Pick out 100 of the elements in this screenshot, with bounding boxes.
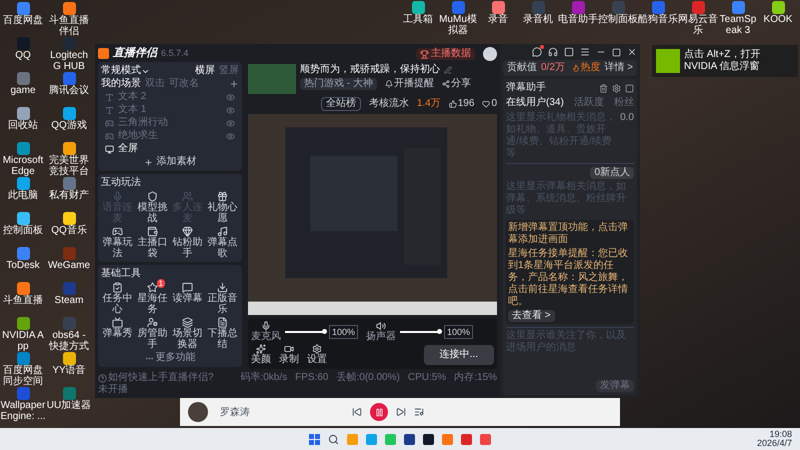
avatar[interactable]	[483, 47, 497, 61]
feature-button[interactable]: 弹幕秀	[101, 317, 134, 350]
app-icon[interactable]	[16, 142, 30, 155]
volume-slider[interactable]	[285, 328, 325, 334]
tool-button[interactable]: 设置	[307, 344, 327, 366]
settings-icon[interactable]	[612, 84, 621, 92]
source-type-icon	[105, 106, 114, 114]
user-gear-icon	[147, 317, 158, 328]
search-icon[interactable]	[328, 434, 339, 444]
app-icon[interactable]	[62, 107, 76, 120]
scene-tab[interactable]: 我的场景	[101, 78, 141, 90]
connect-button[interactable]: 连接中...	[424, 345, 494, 365]
app-icon[interactable]	[62, 212, 76, 225]
layers-icon	[182, 317, 193, 328]
mode-dropdown[interactable]: 常规模式	[101, 65, 150, 77]
taskbar-app-icon[interactable]	[423, 434, 434, 444]
feature-button[interactable]: 模型挑战	[136, 191, 169, 224]
microphone-icon	[112, 191, 123, 202]
star-icon	[147, 282, 158, 293]
tv-icon	[112, 317, 123, 328]
tool-button[interactable]: 录制	[279, 344, 299, 366]
icon-label: Wallpaper Engine: ...	[0, 400, 46, 422]
pause-icon	[374, 408, 384, 416]
app-icon[interactable]	[16, 212, 30, 225]
menu-icon[interactable]	[580, 47, 590, 57]
close-icon[interactable]	[627, 47, 637, 57]
notification-toast[interactable]: 点击 Alt+Z，打开 NVIDIA 信息浮窗	[652, 45, 798, 77]
app-icon[interactable]	[16, 282, 30, 295]
app-icon[interactable]	[62, 2, 76, 15]
icon-label: QQ游戏	[51, 120, 87, 131]
danmaku-tab[interactable]: 在线用户(34)	[506, 97, 564, 109]
cover-thumbnail[interactable]	[248, 64, 296, 94]
taskbar-app-icon[interactable]	[404, 434, 415, 444]
feature-button[interactable]: 场景切换器	[171, 317, 204, 350]
gift-icon	[217, 191, 228, 202]
feature-button[interactable]: 礼物心愿	[206, 191, 239, 224]
app-icon[interactable]	[16, 107, 30, 120]
source-item[interactable]: 全屏	[101, 143, 239, 155]
feature-button[interactable]: 弹幕玩法	[101, 226, 134, 259]
feature-button[interactable]: 读弹幕	[171, 282, 204, 315]
app-icon[interactable]	[772, 1, 784, 14]
speaker-icon[interactable]	[376, 321, 386, 331]
visibility-icon[interactable]	[226, 92, 235, 102]
feature-button[interactable]: 正版音乐	[206, 282, 239, 315]
rank-button[interactable]: 全站榜	[320, 97, 361, 111]
clock-time: 19:08	[769, 430, 792, 439]
maximize-icon[interactable]	[612, 48, 621, 56]
tool-button[interactable]: 美颜	[251, 344, 271, 366]
edit-icon[interactable]	[444, 66, 452, 74]
share-button[interactable]: 分享	[442, 78, 471, 90]
nvidia-logo-icon	[656, 49, 680, 73]
headset-icon[interactable]	[548, 47, 558, 57]
contribution-label: 贡献值	[507, 62, 537, 74]
remind-button[interactable]: 开播提醒	[384, 78, 434, 90]
clipboard-check-icon	[112, 282, 123, 293]
microphone-icon[interactable]	[261, 321, 271, 331]
feature-button[interactable]: 弹幕点歌	[206, 226, 239, 259]
add-scene-icon[interactable]	[229, 79, 239, 89]
playlist-icon[interactable]	[414, 407, 424, 417]
orientation-tab[interactable]: 横屏	[195, 65, 215, 77]
feature-button[interactable]: 钻粉助手	[171, 226, 204, 259]
visibility-icon[interactable]	[226, 132, 235, 140]
visibility-icon[interactable]	[226, 118, 235, 128]
start-icon[interactable]	[309, 434, 320, 444]
document-icon	[217, 317, 228, 328]
icon-label: Logitech G HUB	[49, 50, 89, 72]
app-icon[interactable]	[16, 317, 30, 330]
pause-button[interactable]	[370, 403, 388, 421]
feature-button[interactable]: 房管助手	[136, 317, 169, 350]
clear-icon[interactable]	[599, 84, 608, 92]
likes-count: 196	[448, 98, 474, 110]
feature-button[interactable]: 主播口袋	[136, 226, 169, 259]
app-icon[interactable]	[492, 1, 504, 14]
volume-slider[interactable]	[400, 328, 440, 334]
feature-button[interactable]: 任务中心	[101, 282, 134, 315]
icon-label: ToDesk	[6, 260, 40, 271]
app-icon[interactable]	[16, 177, 30, 190]
app-icon[interactable]	[412, 1, 424, 14]
volume-reading: 100%	[329, 324, 358, 338]
visibility-icon[interactable]	[226, 106, 235, 114]
more-link[interactable]: 更多功能	[101, 352, 239, 364]
window-icon[interactable]	[564, 47, 574, 57]
next-icon[interactable]	[396, 407, 406, 417]
feature-button[interactable]: 星海任务 1	[136, 282, 169, 315]
feature-button[interactable]: 下播总结	[206, 317, 239, 350]
add-source-button[interactable]: 添加素材	[101, 156, 239, 168]
app-icon[interactable]	[62, 142, 76, 155]
message-icon[interactable]	[532, 47, 542, 57]
details-link[interactable]: 详情 >	[604, 62, 633, 74]
streamer-data-button[interactable]: 主播数据	[416, 48, 475, 60]
app-icon[interactable]	[16, 2, 30, 15]
icon-label: MuMu模拟器	[438, 14, 478, 36]
category-tag[interactable]: 热门游戏 - 大神	[300, 78, 377, 90]
app-icon[interactable]	[16, 247, 30, 260]
previous-icon[interactable]	[352, 407, 362, 417]
icon-label: QQ	[15, 50, 31, 61]
video-camera-icon	[284, 344, 294, 354]
source-type-icon	[105, 132, 114, 140]
app-icon[interactable]	[62, 352, 76, 365]
view-button[interactable]: 去查看 >	[508, 310, 555, 322]
